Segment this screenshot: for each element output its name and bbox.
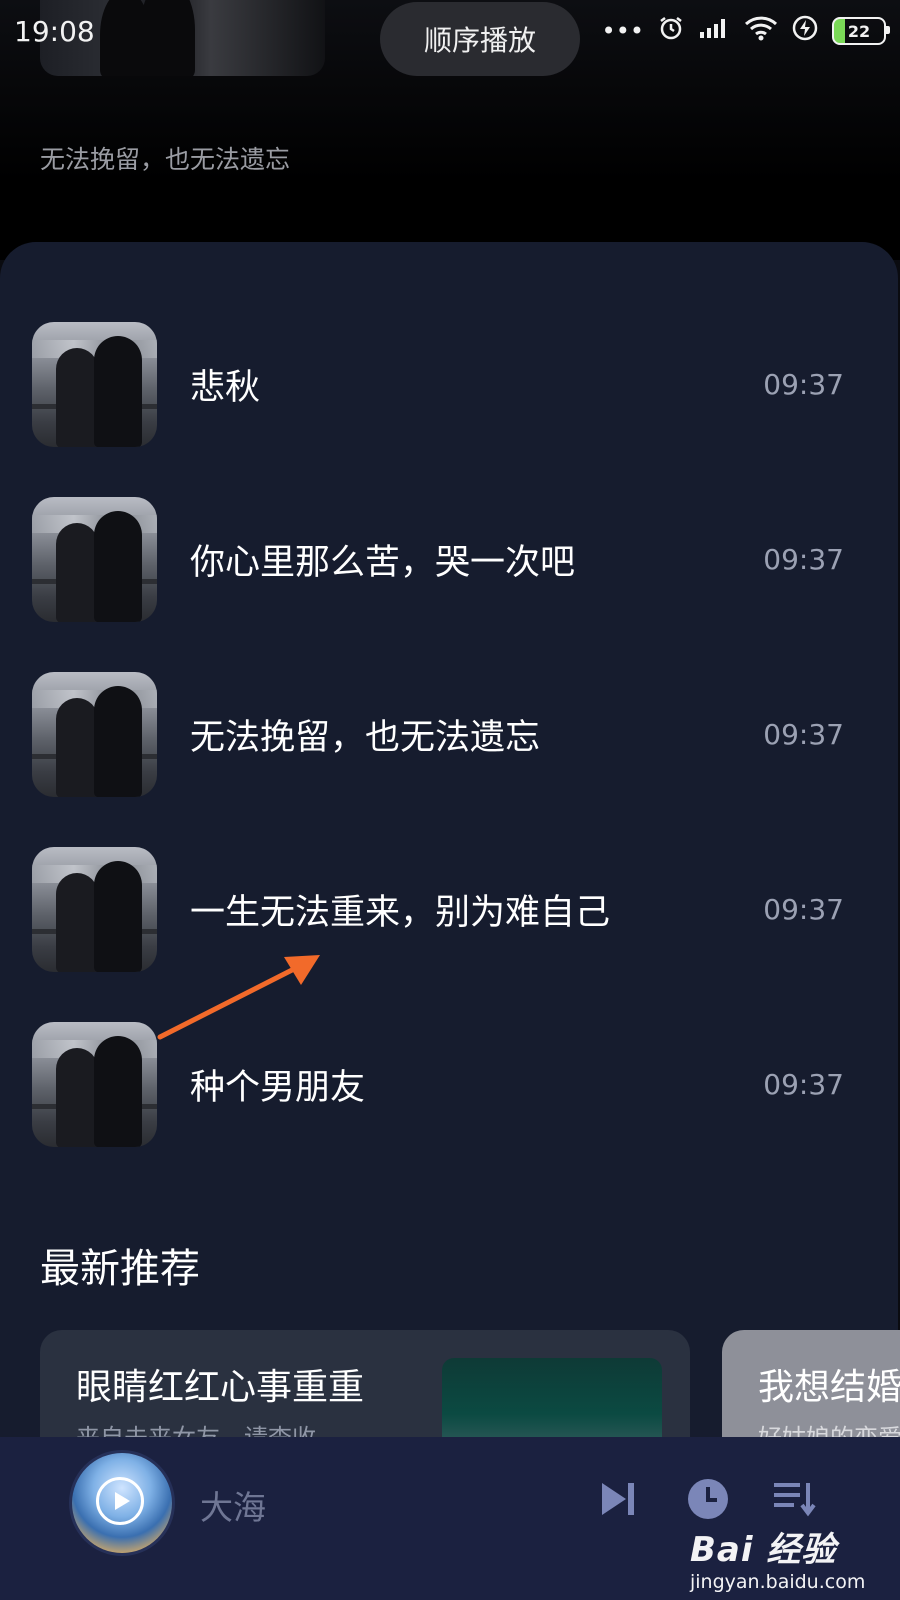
song-thumbnail — [32, 322, 157, 447]
song-thumbnail — [32, 497, 157, 622]
song-item[interactable]: 悲秋 09:37 — [0, 322, 900, 447]
charging-icon — [792, 15, 818, 47]
baidu-jingyan-watermark: Bai 经验 jingyan.baidu.com — [690, 1522, 890, 1593]
song-item[interactable]: 种个男朋友 09:37 — [0, 1022, 900, 1147]
song-duration: 09:37 — [763, 543, 844, 576]
song-title: 你心里那么苦，哭一次吧 — [190, 543, 576, 583]
playlist-icon[interactable] — [772, 1477, 816, 1521]
status-icons: ••• 22 — [601, 15, 890, 47]
song-item[interactable]: 无法挽留，也无法遗忘 09:37 — [0, 672, 900, 797]
alarm-icon — [658, 15, 684, 47]
header-subtitle: 无法挽留，也无法遗忘 — [40, 145, 291, 174]
song-duration: 09:37 — [763, 893, 844, 926]
recommend-card-title: 我想结婚 — [758, 1367, 900, 1408]
song-item[interactable]: 一生无法重来，别为难自己 09:37 — [0, 847, 900, 972]
signal-icon — [698, 16, 730, 46]
song-title: 一生无法重来，别为难自己 — [190, 893, 611, 933]
song-title: 种个男朋友 — [190, 1068, 366, 1108]
song-thumbnail — [32, 847, 157, 972]
now-playing-title: 大海 — [200, 1488, 266, 1527]
watermark-url: jingyan.baidu.com — [690, 1571, 866, 1593]
battery-icon: 22 — [832, 17, 890, 45]
song-title: 无法挽留，也无法遗忘 — [190, 718, 541, 758]
wifi-icon — [744, 15, 778, 47]
song-thumbnail — [32, 1022, 157, 1147]
recommend-card-title: 眼睛红红心事重重 — [76, 1367, 365, 1408]
song-title: 悲秋 — [190, 368, 261, 408]
more-dots-icon: ••• — [601, 17, 644, 45]
album-disc[interactable] — [72, 1453, 172, 1553]
song-item[interactable]: 你心里那么苦，哭一次吧 09:37 — [0, 497, 900, 622]
song-duration: 09:37 — [763, 1068, 844, 1101]
song-duration: 09:37 — [763, 718, 844, 751]
clock: 19:08 — [14, 14, 95, 48]
recommend-heading: 最新推荐 — [40, 1246, 200, 1292]
song-thumbnail — [32, 672, 157, 797]
music-app-screen: 19:08 ••• 22 顺序播放 无法挽留，也无法遗忘 悲秋 09:37 你心… — [0, 0, 900, 1600]
song-duration: 09:37 — [763, 368, 844, 401]
timer-clock-icon[interactable] — [686, 1477, 730, 1521]
next-track-icon[interactable] — [596, 1477, 640, 1521]
play-mode-button[interactable]: 顺序播放 — [380, 2, 580, 76]
watermark-logo: Bai 经验 — [690, 1530, 837, 1570]
play-icon[interactable] — [96, 1477, 144, 1525]
